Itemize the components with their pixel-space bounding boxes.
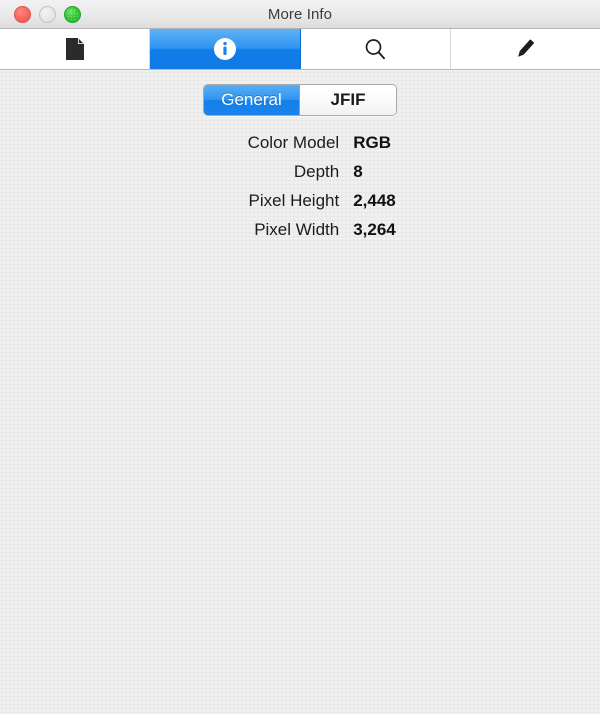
zoom-traffic-light[interactable] [64,5,81,23]
window-titlebar: More Info [0,0,600,29]
tab-edit[interactable] [450,29,600,69]
traffic-light-group [14,0,81,28]
toolbar-tabs [0,29,600,70]
row-label-pixel-height: Pixel Height [248,191,340,210]
row-value-color-model: RGB [353,133,391,152]
close-traffic-light[interactable] [14,5,31,23]
row-value-pixel-width: 3,264 [353,220,396,239]
row-value-depth: 8 [353,162,363,181]
more-info-window: More Info General JFIF Color Model RGB D… [0,0,600,714]
row-label-color-model: Color Model [247,133,340,152]
tab-file[interactable] [0,29,151,69]
tab-info[interactable] [150,29,301,69]
window-title: More Info [267,5,333,23]
image-properties-table: Color Model RGB Depth 8 Pixel Height 2,4… [204,133,396,240]
segment-jfif[interactable]: JFIF [300,85,396,115]
pencil-icon [512,36,538,62]
document-icon [65,37,85,61]
minimize-traffic-light[interactable] [39,5,56,23]
tab-search[interactable] [300,29,451,69]
search-icon [363,37,387,61]
row-label-pixel-width: Pixel Width [254,220,340,239]
row-label-depth: Depth [293,162,340,181]
row-value-pixel-height: 2,448 [353,191,396,210]
segment-general[interactable]: General [204,85,300,115]
info-circle-icon [213,37,237,61]
info-content-area: General JFIF Color Model RGB Depth 8 Pix… [0,70,600,714]
segmented-control: General JFIF [203,84,397,116]
